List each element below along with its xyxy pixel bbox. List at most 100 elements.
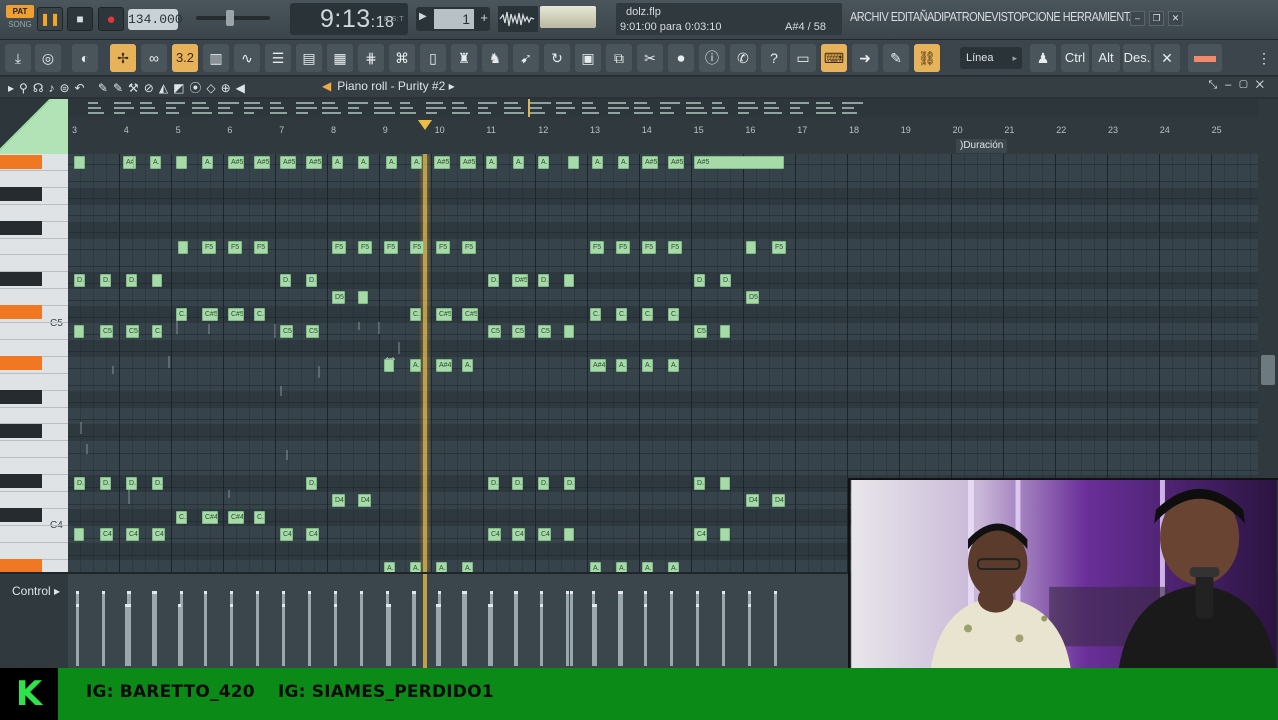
note[interactable]: D. xyxy=(152,477,163,491)
note[interactable]: C4 xyxy=(512,527,525,541)
note[interactable] xyxy=(152,274,162,288)
note[interactable]: C4 xyxy=(538,527,551,541)
note[interactable]: A. xyxy=(410,561,421,572)
active-key[interactable] xyxy=(0,356,42,371)
note[interactable]: A. xyxy=(150,156,161,169)
note[interactable]: C. xyxy=(668,308,679,322)
black-key[interactable] xyxy=(0,271,42,286)
velocity-bar[interactable] xyxy=(282,604,285,666)
note[interactable]: C. xyxy=(254,510,265,524)
note[interactable]: C#5 xyxy=(436,308,452,322)
note[interactable]: A. xyxy=(590,561,601,572)
line-mode-dropdown[interactable]: Línea xyxy=(960,47,1022,69)
alt-button[interactable]: Alt xyxy=(1092,44,1120,72)
note[interactable]: D. xyxy=(694,477,705,491)
active-key[interactable] xyxy=(0,305,42,320)
velocity-bar[interactable] xyxy=(128,604,131,666)
note[interactable] xyxy=(74,156,85,169)
note[interactable]: C4 xyxy=(280,527,293,541)
scissors-icon[interactable]: ✕ xyxy=(1154,44,1180,72)
toolbar-more-icon[interactable]: ⋮ xyxy=(1256,44,1272,72)
note[interactable]: F5 xyxy=(410,240,424,254)
note[interactable]: C. xyxy=(410,308,421,322)
note[interactable]: D#5 xyxy=(512,274,528,288)
stamp-icon[interactable]: ♟ xyxy=(1030,44,1056,72)
note[interactable]: F5 xyxy=(462,240,476,254)
note[interactable]: A. xyxy=(332,156,343,169)
note[interactable] xyxy=(720,477,730,491)
browser-icon[interactable]: ⌘ xyxy=(389,44,415,72)
velocity-bar[interactable] xyxy=(438,604,441,666)
velocity-lane[interactable] xyxy=(68,572,848,670)
note[interactable]: D. xyxy=(488,477,499,491)
file-icon[interactable]: ▯ xyxy=(420,44,446,72)
link-icon[interactable]: ⛓ xyxy=(914,44,940,72)
note[interactable]: D4 xyxy=(746,494,759,507)
brush-icon[interactable]: ✎ xyxy=(883,44,909,72)
velocity-bar[interactable] xyxy=(204,591,207,666)
black-key[interactable] xyxy=(0,423,42,438)
note[interactable] xyxy=(720,325,730,338)
tempo-display[interactable]: 134.000 xyxy=(128,9,183,30)
cut-icon[interactable]: ✂ xyxy=(637,44,663,72)
note[interactable]: C4 xyxy=(488,527,501,541)
black-key[interactable] xyxy=(0,187,42,202)
note[interactable]: D. xyxy=(694,274,705,288)
note[interactable]: A#5 xyxy=(642,156,658,169)
note[interactable]: F5 xyxy=(590,240,604,254)
note[interactable]: C. xyxy=(152,325,162,338)
pause-button[interactable]: ❚❚ xyxy=(37,7,63,31)
black-key[interactable] xyxy=(0,474,42,489)
note[interactable]: C#4 xyxy=(228,510,244,524)
velocity-bar[interactable] xyxy=(230,604,233,666)
note[interactable]: F5 xyxy=(384,240,398,254)
piano-roll-window-controls[interactable]: ⤡–▢✕ xyxy=(1208,79,1272,92)
note[interactable]: D4 xyxy=(358,494,371,507)
help-bubble-icon[interactable]: ✆ xyxy=(730,44,756,72)
typing-keyboard-icon[interactable]: ✢ xyxy=(110,44,136,72)
timeline-ruler[interactable]: )Duración 3 4 5 6 7 8 9 10 11 12 13 14 15 16 17 18 19 20 2… xyxy=(68,117,1258,154)
arrow-tool-icon[interactable]: ➹ xyxy=(513,44,539,72)
note[interactable]: F5 xyxy=(436,240,450,254)
note[interactable]: A. xyxy=(616,561,627,572)
disk-icon[interactable]: ▣ xyxy=(575,44,601,72)
black-key[interactable] xyxy=(0,389,42,404)
velocity-bar[interactable] xyxy=(774,591,777,666)
record-button[interactable]: ● xyxy=(98,7,124,31)
keyboard-icon[interactable]: ⌨ xyxy=(821,44,847,72)
note[interactable]: A#5 xyxy=(228,156,244,169)
note[interactable]: A. xyxy=(386,156,397,169)
velocity-bar[interactable] xyxy=(540,604,543,666)
note[interactable] xyxy=(564,527,574,541)
note[interactable]: C4 xyxy=(306,527,319,541)
note[interactable]: F5 xyxy=(668,240,682,254)
note[interactable]: A#4 xyxy=(436,358,452,372)
note[interactable]: D. xyxy=(538,274,549,288)
note[interactable]: A. xyxy=(486,156,497,169)
note[interactable]: A. xyxy=(384,561,395,572)
note[interactable]: C. xyxy=(590,308,601,322)
note[interactable]: C4 xyxy=(100,527,113,541)
note[interactable]: D. xyxy=(564,477,575,491)
playhead-marker-icon[interactable] xyxy=(418,120,432,130)
velocity-bar[interactable] xyxy=(566,591,569,666)
velocity-bar[interactable] xyxy=(412,591,415,666)
note[interactable]: C5 xyxy=(280,325,293,338)
color-swatch-icon[interactable] xyxy=(1188,44,1222,72)
velocity-bar[interactable] xyxy=(722,591,725,666)
note[interactable]: D5 xyxy=(746,291,759,305)
note[interactable]: C#5 xyxy=(462,308,478,322)
note-overview-strip[interactable] xyxy=(68,99,1258,117)
velocity-bar[interactable] xyxy=(308,591,311,666)
tempo-tap-icon[interactable]: ♞ xyxy=(482,44,508,72)
note[interactable]: A#5 xyxy=(254,156,270,169)
note[interactable] xyxy=(746,240,756,254)
note[interactable]: A. xyxy=(410,358,421,372)
note[interactable]: A#4 xyxy=(590,358,606,372)
note[interactable]: C. xyxy=(254,308,265,322)
note[interactable]: A#5 xyxy=(123,156,134,169)
snap-button[interactable]: 3.2 xyxy=(172,44,198,72)
info-icon[interactable]: ⓘ xyxy=(699,44,725,72)
note[interactable]: F5 xyxy=(228,240,242,254)
note[interactable] xyxy=(176,156,187,169)
